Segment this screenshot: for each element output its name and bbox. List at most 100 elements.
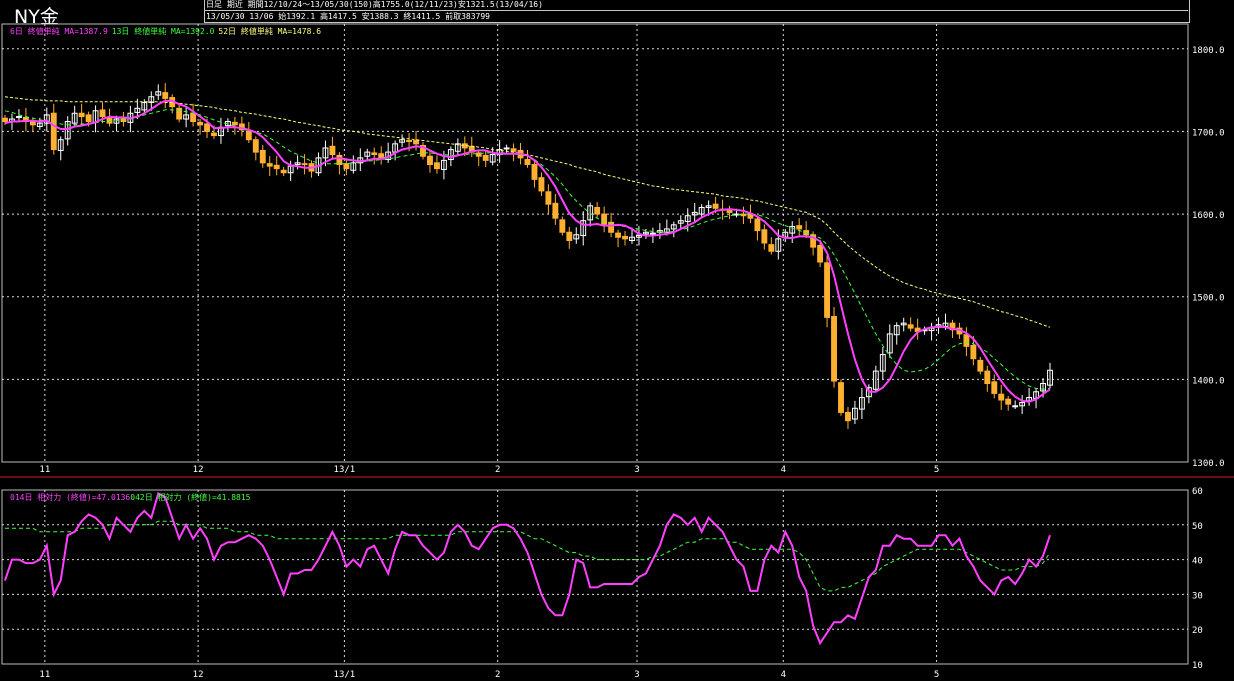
candle-body — [329, 145, 336, 156]
candle-body — [273, 164, 280, 170]
candle-body — [524, 159, 531, 165]
candle-body — [622, 235, 628, 240]
candle-body — [106, 117, 113, 124]
rsi-x-tick-label: 2 — [495, 670, 500, 680]
candle-body — [796, 225, 803, 230]
candle-body — [984, 370, 991, 384]
candle-body — [963, 334, 970, 347]
candle-body — [433, 162, 440, 170]
rsi-y-tick-label: 20 — [1192, 626, 1203, 636]
candle-body — [538, 177, 545, 192]
rsi-x-tick-label: 3 — [634, 670, 639, 680]
candle-body — [559, 219, 566, 233]
candle-body — [413, 140, 419, 145]
candle-body — [615, 232, 622, 238]
rsi14-line — [4, 492, 1051, 646]
price-y-tick-label: 1300.0 — [1192, 459, 1225, 469]
candle-body — [552, 202, 559, 219]
chart-canvas: 1300.01400.01500.01600.01700.01800.01020… — [0, 23, 1234, 680]
price-panel-frame — [1, 23, 1189, 463]
candle-body — [531, 163, 538, 180]
price-y-tick-label: 1400.0 — [1192, 376, 1225, 386]
candle-body — [427, 155, 433, 165]
candle-body — [259, 149, 266, 164]
candle-body — [190, 112, 197, 123]
candle-body — [204, 123, 210, 132]
candle-body — [991, 381, 998, 394]
candle-body — [162, 92, 169, 99]
price-x-tick-label: 11 — [39, 465, 50, 475]
candle-body — [336, 154, 343, 165]
ma6-line — [4, 99, 1051, 403]
candle-body — [85, 114, 92, 123]
candle-body — [301, 163, 308, 166]
price-legend-entry: 13日 終値単純 MA=1392.0 — [112, 26, 215, 36]
price-y-tick-label: 1500.0 — [1192, 294, 1225, 304]
candle-body — [907, 324, 914, 329]
candle-body — [1005, 398, 1012, 405]
candle-body — [252, 139, 259, 153]
candle-body — [1012, 405, 1019, 408]
rsi-y-tick-label: 30 — [1192, 591, 1203, 601]
candle-body — [977, 359, 984, 372]
price-x-tick-label: 12 — [193, 465, 204, 475]
price-legend-entry: 52日 終値単純 MA=1478.6 — [218, 26, 321, 36]
candle-body — [998, 393, 1005, 401]
rsi-y-tick-label: 60 — [1192, 487, 1203, 497]
candle-body — [15, 116, 22, 119]
rsi-y-tick-label: 40 — [1192, 557, 1203, 567]
candle-body — [371, 152, 378, 156]
price-x-tick-label: 13/1 — [334, 465, 356, 475]
candle-body — [594, 206, 601, 215]
candle-body — [831, 316, 837, 382]
candle-body — [824, 262, 831, 318]
rsi-x-tick-label: 5 — [934, 670, 939, 680]
price-x-tick-label: 3 — [634, 465, 639, 475]
candle-body — [845, 411, 851, 422]
candle-body — [817, 244, 824, 263]
price-x-tick-label: 2 — [495, 465, 500, 475]
candle-body — [197, 121, 204, 126]
candle-body — [970, 344, 977, 360]
candle-body — [231, 121, 238, 126]
price-y-tick-label: 1600.0 — [1192, 211, 1225, 221]
candle-body — [50, 112, 57, 151]
rsi-x-tick-label: 12 — [193, 670, 204, 680]
candle-body — [280, 169, 287, 174]
candle-body — [406, 140, 413, 143]
candle-body — [2, 117, 8, 123]
price-legend: 6日 終値単純 MA=1387.9 13日 終値単純 MA=1392.0 52日 終… — [10, 26, 321, 36]
candle-body — [761, 229, 768, 244]
candle-body — [545, 191, 552, 205]
candle-body — [211, 132, 217, 137]
rsi-x-tick-label: 11 — [39, 670, 50, 680]
rsi-legend: 014日 相対力 (終値)=47.0136042日 相対力 (終値)=41.88… — [10, 492, 251, 502]
rsi42-line — [5, 520, 1051, 592]
candle-body — [99, 109, 106, 118]
rsi-x-tick-label: 13/1 — [334, 670, 356, 680]
candle-body — [266, 163, 273, 167]
rsi-y-tick-label: 10 — [1192, 661, 1203, 671]
price-legend-entry: 6日 終値単純 MA=1387.9 — [10, 26, 108, 36]
candle-body — [78, 112, 85, 118]
candle-body — [838, 382, 844, 413]
candle-body — [482, 154, 489, 161]
candle-body — [712, 203, 719, 209]
price-x-tick-label: 5 — [934, 465, 939, 475]
rsi-legend-entry: 014日 相対力 (終値)=47.0136 — [10, 492, 130, 502]
rsi-panel-frame — [1, 489, 1189, 665]
candle-body — [566, 231, 573, 242]
price-x-tick-label: 4 — [781, 465, 786, 475]
rsi-y-tick-label: 50 — [1192, 522, 1203, 532]
rsi-x-tick-label: 4 — [781, 670, 786, 680]
candle-body — [343, 163, 350, 170]
candle-body — [510, 148, 517, 152]
candle-body — [754, 218, 761, 232]
candle-body — [503, 147, 510, 150]
rsi-legend-entry: 042日 相対力 (終値)=41.8815 — [130, 492, 250, 502]
price-y-tick-label: 1800.0 — [1192, 46, 1225, 56]
price-y-tick-label: 1700.0 — [1192, 128, 1225, 138]
candle-body — [245, 130, 252, 141]
candle-body — [176, 107, 183, 120]
candle-body — [378, 153, 385, 159]
